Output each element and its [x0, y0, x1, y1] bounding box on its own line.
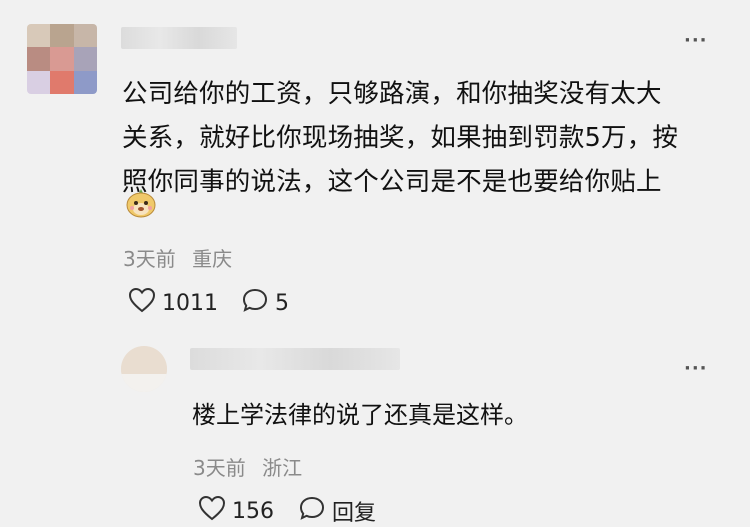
username-blurred[interactable] — [190, 348, 400, 370]
like-button[interactable]: 156 — [198, 495, 274, 527]
reply-count-button[interactable]: 5 — [241, 287, 289, 319]
reply-text: 楼上学法律的说了还真是这样。 — [192, 401, 528, 429]
like-count: 156 — [232, 498, 274, 524]
more-options-icon[interactable]: ··· — [684, 30, 708, 51]
heart-icon — [128, 287, 162, 319]
comment-text: 公司给你的工资，只够路演，和你抽奖没有太大 关系，就好比你现场抽奖，如果抽到罚款… — [122, 72, 722, 204]
username-blurred[interactable] — [121, 27, 237, 49]
comment-bubble-icon — [298, 495, 332, 527]
comment-line: 公司给你的工资，只够路演，和你抽奖没有太大 — [122, 79, 662, 109]
reply-count: 5 — [275, 290, 289, 316]
comment-line: 关系，就好比你现场抽奖，如果抽到罚款5万，按 — [122, 123, 679, 153]
like-button[interactable]: 1011 — [128, 287, 218, 319]
avatar[interactable] — [121, 346, 167, 392]
reply-label: 回复 — [332, 501, 377, 526]
comment-bubble-icon — [241, 287, 275, 319]
comment-time: 3天前 — [123, 247, 176, 271]
emoji-sticker-icon — [124, 186, 158, 224]
reply-location: 浙江 — [262, 456, 303, 480]
more-options-icon[interactable]: ··· — [684, 358, 708, 379]
avatar[interactable] — [27, 24, 97, 94]
comment-meta: 3天前 重庆 — [123, 243, 232, 272]
heart-icon — [198, 495, 232, 527]
reply-button[interactable]: 回复 — [298, 495, 376, 527]
comment-location: 重庆 — [192, 247, 233, 271]
reply-meta: 3天前 浙江 — [193, 452, 302, 481]
reply-time: 3天前 — [193, 456, 246, 480]
comment-line: 照你同事的说法，这个公司是不是也要给你贴上 — [122, 167, 662, 197]
like-count: 1011 — [162, 290, 218, 316]
